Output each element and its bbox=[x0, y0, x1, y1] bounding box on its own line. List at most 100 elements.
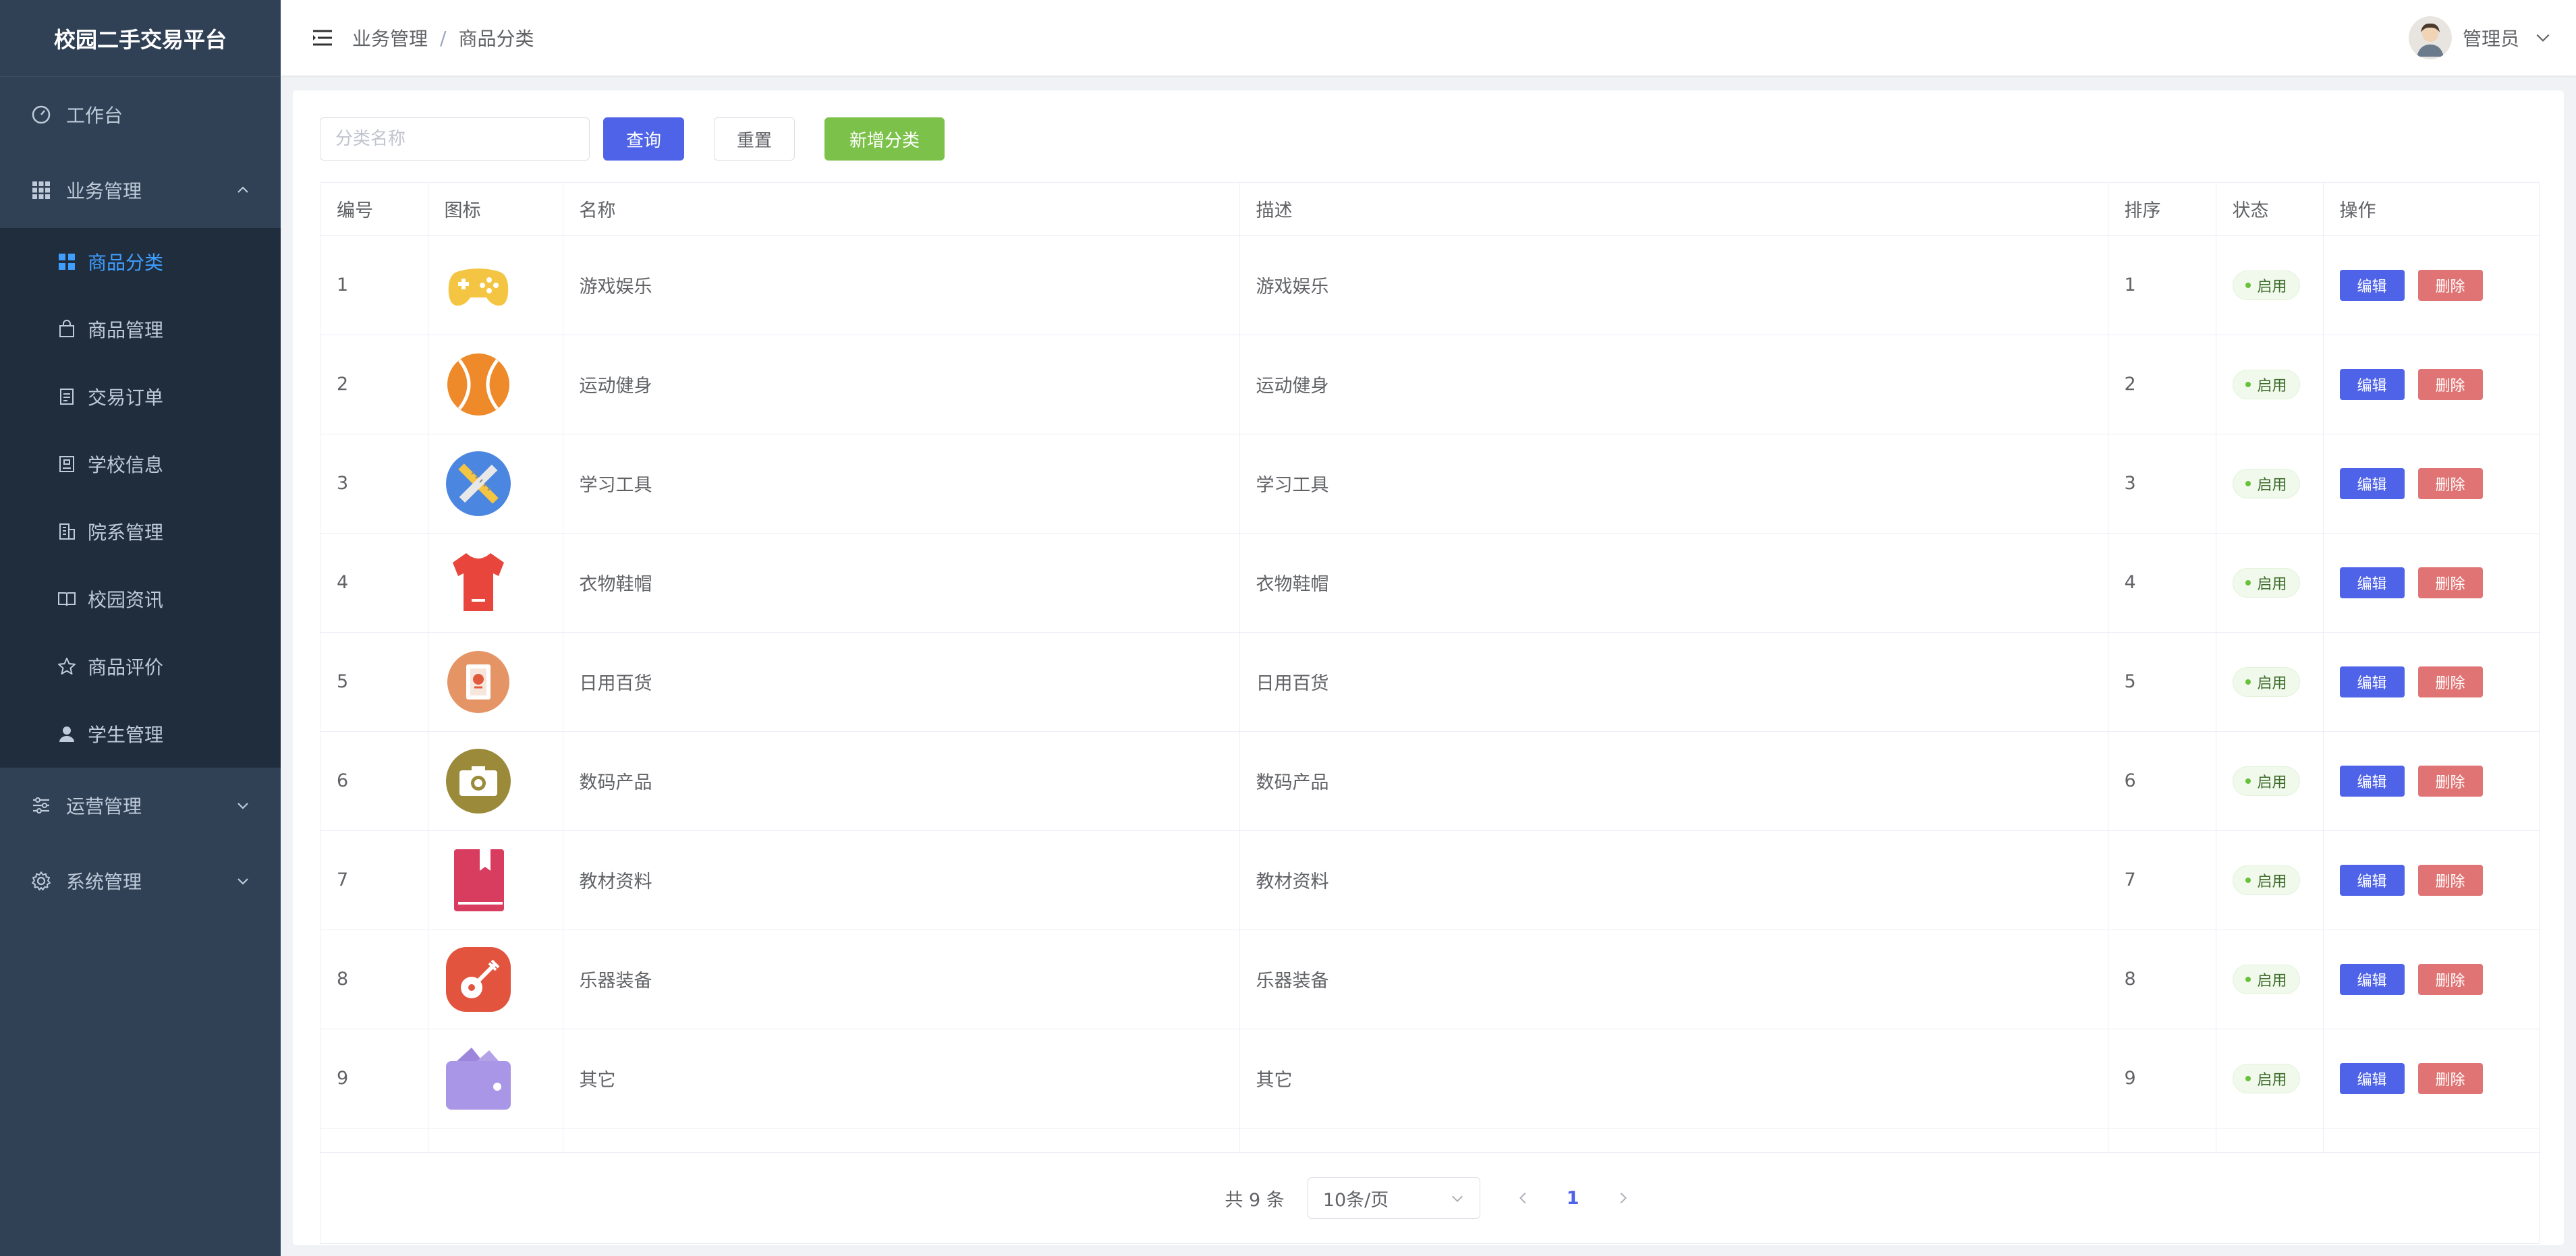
edit-button[interactable]: 编辑 bbox=[2339, 963, 2405, 995]
page-size-select[interactable]: 10条/页 bbox=[1307, 1177, 1480, 1219]
cell-actions: 编辑 删除 bbox=[2323, 731, 2540, 831]
sidebar-item-reviews[interactable]: 商品评价 bbox=[0, 633, 281, 700]
sidebar-item-label: 院系管理 bbox=[88, 521, 164, 544]
delete-button[interactable]: 删除 bbox=[2417, 467, 2483, 499]
cell-status: 启用 bbox=[2216, 1029, 2324, 1129]
cell-sort: 9 bbox=[2108, 1029, 2216, 1129]
cell-id: 5 bbox=[320, 632, 428, 732]
status-badge: 启用 bbox=[2232, 1063, 2300, 1093]
sidebar-item-goods[interactable]: 商品管理 bbox=[0, 295, 281, 363]
status-badge: 启用 bbox=[2232, 369, 2300, 399]
user-icon bbox=[57, 724, 77, 744]
status-dot bbox=[2245, 1075, 2251, 1081]
breadcrumb: 业务管理 / 商品分类 bbox=[352, 24, 534, 51]
sidebar-item-label: 学生管理 bbox=[88, 724, 164, 746]
cell-desc: 乐器装备 bbox=[1239, 930, 2108, 1029]
table-header-row: 编号 图标 名称 描述 排序 状态 操作 bbox=[320, 183, 2540, 236]
delete-button[interactable]: 删除 bbox=[2417, 269, 2483, 301]
sidebar-group-label: 运营管理 bbox=[66, 795, 142, 818]
column-header-id: 编号 bbox=[320, 183, 428, 236]
status-text: 启用 bbox=[2257, 476, 2287, 494]
status-dot bbox=[2245, 282, 2251, 288]
status-dot bbox=[2245, 381, 2251, 387]
cell-id: 1 bbox=[320, 235, 428, 335]
edit-button[interactable]: 编辑 bbox=[2339, 269, 2405, 301]
status-badge: 启用 bbox=[2232, 964, 2300, 994]
delete-button[interactable]: 删除 bbox=[2417, 1062, 2483, 1094]
add-category-button[interactable]: 新增分类 bbox=[824, 117, 945, 161]
cell-status: 启用 bbox=[2216, 830, 2324, 930]
cell-desc: 教材资料 bbox=[1239, 830, 2108, 930]
table-row: 8 乐器装备 乐器装备 8 启用 编辑 删除 bbox=[320, 930, 2540, 1029]
cell-status: 启用 bbox=[2216, 731, 2324, 831]
empty-cell bbox=[563, 1128, 1240, 1153]
sidebar-group-business[interactable]: 业务管理 bbox=[0, 152, 281, 228]
cell-name: 游戏娱乐 bbox=[563, 235, 1240, 335]
delete-button[interactable]: 删除 bbox=[2417, 666, 2483, 697]
sidebar-item-orders[interactable]: 交易订单 bbox=[0, 363, 281, 430]
prev-page-button[interactable] bbox=[1514, 1189, 1533, 1207]
page-size-value: 10条/页 bbox=[1322, 1189, 1389, 1211]
status-text: 启用 bbox=[2257, 873, 2287, 890]
query-button[interactable]: 查询 bbox=[603, 117, 684, 161]
status-dot bbox=[2245, 579, 2251, 586]
breadcrumb-item[interactable]: 业务管理 bbox=[352, 24, 428, 51]
cell-icon bbox=[428, 632, 563, 732]
wallet-icon bbox=[445, 1045, 512, 1112]
edit-button[interactable]: 编辑 bbox=[2339, 467, 2405, 499]
cell-name: 学习工具 bbox=[563, 434, 1240, 534]
user-name: 管理员 bbox=[2462, 28, 2519, 50]
document-icon bbox=[57, 387, 77, 407]
sidebar-item-category[interactable]: 商品分类 bbox=[0, 228, 281, 295]
edit-button[interactable]: 编辑 bbox=[2339, 368, 2405, 400]
camera-icon bbox=[445, 747, 512, 815]
cell-desc: 学习工具 bbox=[1239, 434, 2108, 534]
gear-icon bbox=[30, 869, 53, 892]
delete-button[interactable]: 删除 bbox=[2417, 963, 2483, 995]
status-badge: 启用 bbox=[2232, 567, 2300, 598]
chevron-down-icon bbox=[237, 878, 248, 885]
sidebar-group-system[interactable]: 系统管理 bbox=[0, 843, 281, 919]
sidebar-item-news[interactable]: 校园资讯 bbox=[0, 565, 281, 633]
open-book-icon bbox=[57, 589, 77, 609]
sidebar-item-department[interactable]: 院系管理 bbox=[0, 498, 281, 565]
edit-button[interactable]: 编辑 bbox=[2339, 666, 2405, 697]
reset-button[interactable]: 重置 bbox=[714, 117, 795, 161]
edit-button[interactable]: 编辑 bbox=[2339, 864, 2405, 896]
sidebar-item-label: 商品评价 bbox=[88, 656, 164, 679]
sidebar-item-workbench[interactable]: 工作台 bbox=[0, 77, 281, 152]
top-header: 业务管理 / 商品分类 管理员 bbox=[281, 0, 2576, 76]
delete-button[interactable]: 删除 bbox=[2417, 864, 2483, 896]
user-menu[interactable]: 管理员 bbox=[2408, 0, 2552, 76]
shopping-bag-icon bbox=[57, 319, 77, 339]
cell-desc: 运动健身 bbox=[1239, 335, 2108, 434]
cell-icon bbox=[428, 830, 563, 930]
status-dot bbox=[2245, 877, 2251, 883]
status-dot bbox=[2245, 976, 2251, 982]
cell-icon bbox=[428, 930, 563, 1029]
delete-button[interactable]: 删除 bbox=[2417, 368, 2483, 400]
delete-button[interactable]: 删除 bbox=[2417, 765, 2483, 797]
cell-name: 其它 bbox=[563, 1029, 1240, 1129]
cell-actions: 编辑 删除 bbox=[2323, 930, 2540, 1029]
chevron-left-icon bbox=[1519, 1193, 1526, 1203]
chevron-down-icon bbox=[1451, 1195, 1463, 1202]
category-name-input[interactable] bbox=[320, 117, 590, 161]
status-text: 启用 bbox=[2257, 1071, 2287, 1089]
table-row: 7 教材资料 教材资料 7 启用 编辑 删除 bbox=[320, 830, 2540, 930]
page-number-current[interactable]: 1 bbox=[1567, 1188, 1579, 1209]
sidebar-item-students[interactable]: 学生管理 bbox=[0, 700, 281, 768]
status-text: 启用 bbox=[2257, 278, 2287, 295]
edit-button[interactable]: 编辑 bbox=[2339, 567, 2405, 598]
menu-toggle-icon[interactable] bbox=[310, 26, 335, 50]
cell-actions: 编辑 删除 bbox=[2323, 235, 2540, 335]
sidebar-group-operation[interactable]: 运营管理 bbox=[0, 768, 281, 843]
delete-button[interactable]: 删除 bbox=[2417, 567, 2483, 598]
cell-desc: 其它 bbox=[1239, 1029, 2108, 1129]
sidebar: 校园二手交易平台 工作台 业务管理 商品分类 商品管理 交易订单 学校信息 院系… bbox=[0, 0, 281, 1256]
next-page-button[interactable] bbox=[1613, 1189, 1632, 1207]
edit-button[interactable]: 编辑 bbox=[2339, 1062, 2405, 1094]
edit-button[interactable]: 编辑 bbox=[2339, 765, 2405, 797]
sidebar-item-school[interactable]: 学校信息 bbox=[0, 430, 281, 498]
table-row: 1 游戏娱乐 游戏娱乐 1 启用 编辑 删除 bbox=[320, 235, 2540, 335]
